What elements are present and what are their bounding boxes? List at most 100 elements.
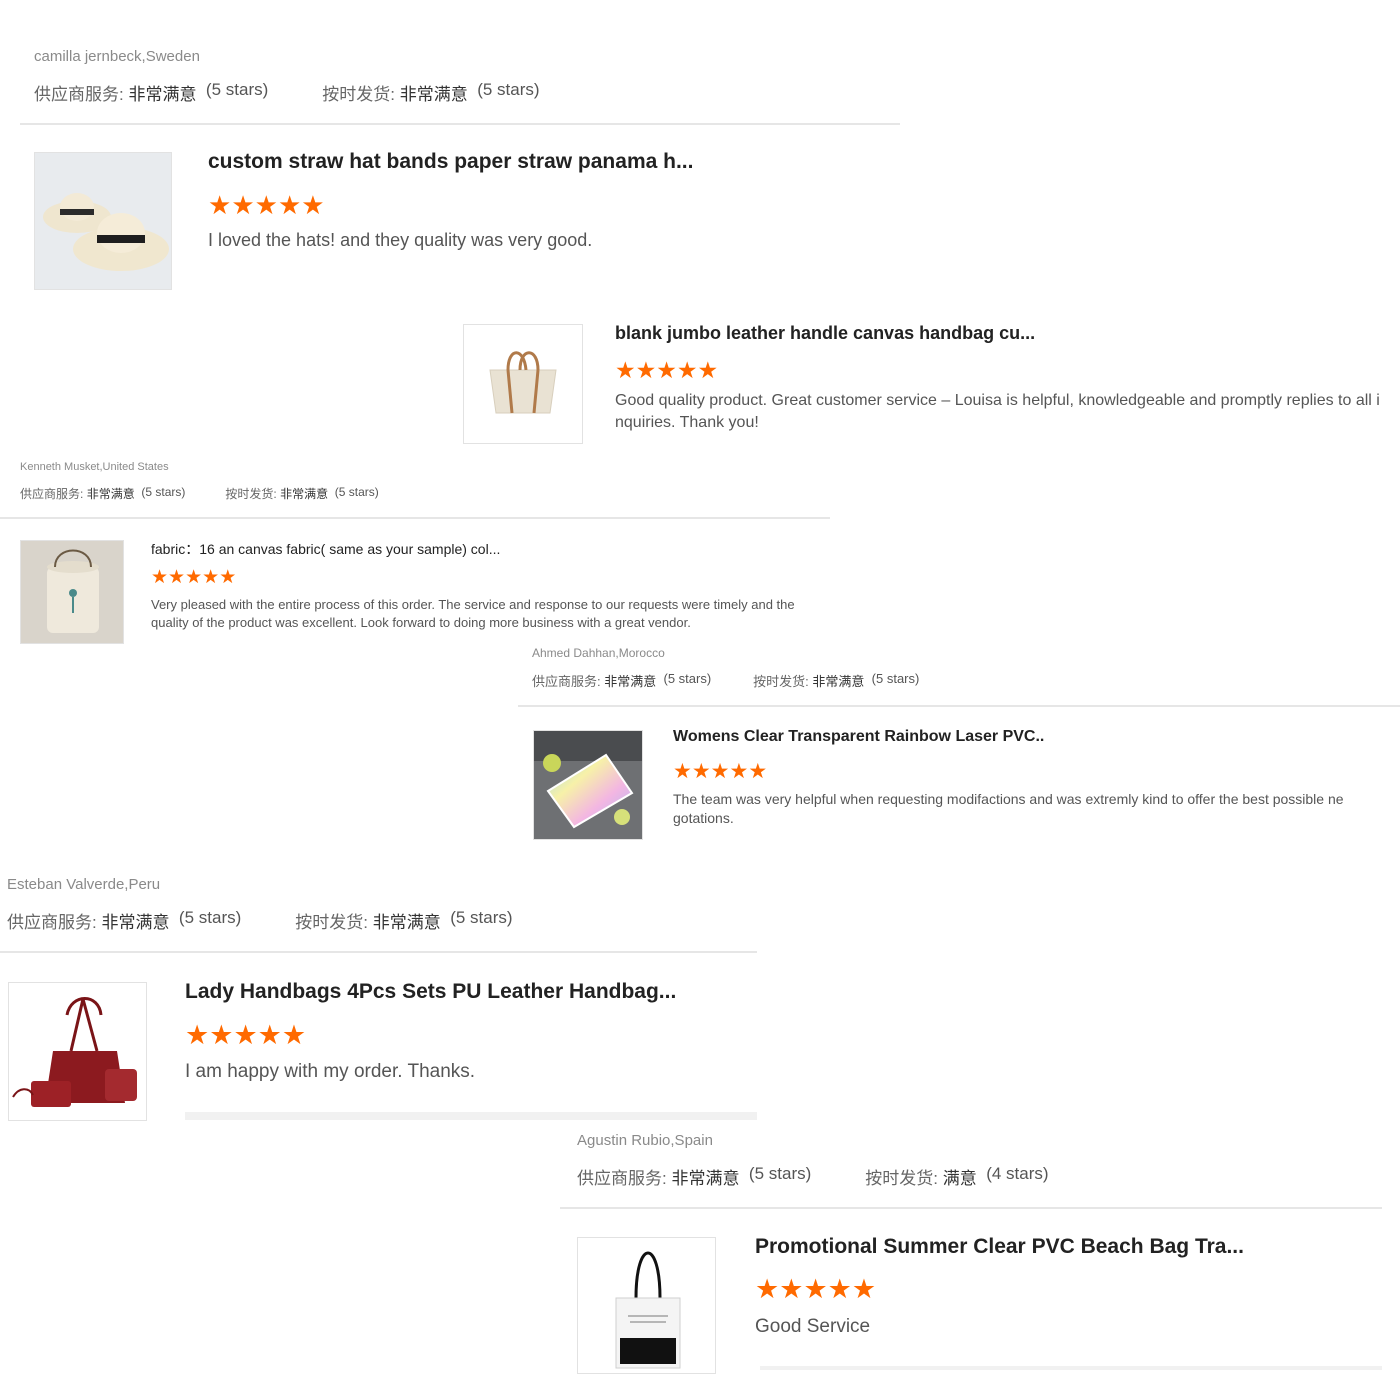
- star-icon: ★: [185, 1020, 210, 1050]
- shipment-value: 满意: [942, 1169, 977, 1188]
- product-title[interactable]: Lady Handbags 4Pcs Sets PU Leather Handb…: [185, 980, 676, 1004]
- divider: [518, 705, 1400, 707]
- star-icon: ★: [208, 190, 232, 220]
- supplier-service-label: 供应商服务:: [577, 1169, 667, 1188]
- star-icon: ★: [851, 1274, 877, 1304]
- reviewer-name: Agustin Rubio,Spain: [577, 1132, 713, 1149]
- star-icon: ★: [697, 357, 719, 383]
- rating-summary: 供应商服务: 非常满意 (5 stars) 按时发货: 满意 (4 stars): [577, 1164, 1049, 1189]
- star-icon: ★: [209, 1020, 234, 1050]
- shipment-stars: (5 stars): [450, 908, 513, 927]
- star-icon: ★: [254, 190, 278, 220]
- review-comment: Good Service: [755, 1316, 871, 1337]
- shipment-value: 非常满意: [372, 913, 441, 932]
- star-rating: ★★★★★: [755, 1274, 876, 1305]
- star-icon: ★: [779, 1274, 804, 1304]
- star-icon: ★: [185, 567, 203, 588]
- shipment-stars: (5 stars): [334, 485, 379, 499]
- product-title[interactable]: Promotional Summer Clear PVC Beach Bag T…: [755, 1235, 1244, 1259]
- canvas-handbag-icon: [464, 325, 582, 443]
- rating-summary: 供应商服务: 非常满意 (5 stars) 按时发货: 非常满意 (5 star…: [532, 671, 919, 690]
- star-icon: ★: [615, 357, 636, 383]
- star-icon: ★: [301, 190, 325, 220]
- star-rating: ★★★★★: [185, 1020, 306, 1051]
- product-title[interactable]: blank jumbo leather handle canvas handba…: [615, 323, 1035, 344]
- star-icon: ★: [673, 760, 692, 783]
- star-icon: ★: [656, 357, 677, 383]
- shipment-value: 非常满意: [812, 674, 865, 689]
- holographic-pouch-icon: [534, 731, 642, 839]
- supplier-service-stars: (5 stars): [205, 80, 269, 99]
- star-icon: ★: [635, 357, 657, 383]
- straw-hat-image[interactable]: [34, 152, 172, 290]
- divider: [185, 1112, 757, 1120]
- star-rating: ★★★★★: [208, 190, 325, 221]
- supplier-service-value: 非常满意: [101, 913, 170, 932]
- star-icon: ★: [233, 1020, 258, 1050]
- divider: [20, 123, 900, 125]
- supplier-service-label: 供应商服务:: [7, 913, 97, 932]
- supplier-service-label: 供应商服务:: [532, 674, 601, 689]
- star-icon: ★: [281, 1020, 307, 1050]
- supplier-service-stars: (5 stars): [663, 671, 712, 686]
- shipment-label: 按时发货:: [322, 85, 395, 104]
- rating-summary: 供应商服务: 非常满意 (5 stars) 按时发货: 非常满意 (5 star…: [34, 80, 540, 105]
- red-handbag-set-icon: [9, 983, 146, 1120]
- star-icon: ★: [257, 1020, 282, 1050]
- shipment-label: 按时发货:: [753, 674, 809, 689]
- divider: [560, 1207, 1382, 1209]
- star-icon: ★: [803, 1274, 828, 1304]
- product-title[interactable]: Womens Clear Transparent Rainbow Laser P…: [673, 728, 1044, 746]
- shipment-stars: (4 stars): [986, 1164, 1049, 1183]
- clear-beach-bag-icon: [578, 1238, 715, 1373]
- holographic-pouch-image[interactable]: [533, 730, 643, 840]
- star-icon: ★: [691, 760, 711, 783]
- star-icon: ★: [219, 567, 237, 588]
- shipment-value: 非常满意: [280, 487, 329, 501]
- star-icon: ★: [710, 760, 730, 783]
- reviewer-name: Kenneth Musket,United States: [20, 461, 169, 473]
- supplier-service-value: 非常满意: [604, 674, 657, 689]
- supplier-service-stars: (5 stars): [748, 1164, 812, 1183]
- straw-hat-icon: [35, 153, 171, 289]
- review-comment: Good quality product. Great customer ser…: [615, 392, 1380, 431]
- canvas-bucket-icon: [21, 541, 123, 643]
- review-comment: The team was very helpful when requestin…: [673, 791, 1344, 826]
- supplier-service-value: 非常满意: [86, 487, 135, 501]
- divider: [0, 517, 830, 519]
- shipment-stars: (5 stars): [871, 671, 920, 686]
- star-rating: ★★★★★: [615, 357, 718, 384]
- product-title[interactable]: custom straw hat bands paper straw panam…: [208, 150, 693, 174]
- star-icon: ★: [168, 567, 186, 588]
- reviewer-name: Ahmed Dahhan,Morocco: [532, 646, 665, 660]
- clear-beach-bag-image[interactable]: [577, 1237, 716, 1374]
- shipment-value: 非常满意: [399, 85, 468, 104]
- rating-summary: 供应商服务: 非常满意 (5 stars) 按时发货: 非常满意 (5 star…: [7, 908, 513, 933]
- canvas-handbag-image[interactable]: [463, 324, 583, 444]
- canvas-bucket-image[interactable]: [20, 540, 124, 644]
- star-icon: ★: [748, 760, 768, 783]
- supplier-service-stars: (5 stars): [178, 908, 242, 927]
- star-icon: ★: [151, 567, 169, 588]
- review-comment: I loved the hats! and they quality was v…: [208, 230, 593, 250]
- reviewer-name: camilla jernbeck,Sweden: [34, 48, 200, 65]
- star-icon: ★: [755, 1274, 780, 1304]
- red-handbag-set-image[interactable]: [8, 982, 147, 1121]
- shipment-stars: (5 stars): [477, 80, 540, 99]
- supplier-service-label: 供应商服务:: [20, 487, 84, 501]
- supplier-service-label: 供应商服务:: [34, 85, 124, 104]
- star-icon: ★: [827, 1274, 852, 1304]
- supplier-service-stars: (5 stars): [141, 485, 186, 499]
- shipment-label: 按时发货:: [865, 1169, 938, 1188]
- review-comment: I am happy with my order. Thanks.: [185, 1061, 476, 1082]
- shipment-label: 按时发货:: [295, 913, 368, 932]
- divider: [760, 1366, 1382, 1370]
- reviewer-name: Esteban Valverde,Peru: [7, 876, 161, 893]
- star-icon: ★: [202, 567, 220, 588]
- divider: [0, 951, 757, 953]
- star-icon: ★: [277, 190, 302, 220]
- product-title[interactable]: fabric：16 an canvas fabric( same as your…: [151, 539, 500, 559]
- review-comment: Very pleased with the entire process of …: [151, 597, 795, 630]
- star-icon: ★: [676, 357, 698, 383]
- star-rating: ★★★★★: [151, 566, 236, 589]
